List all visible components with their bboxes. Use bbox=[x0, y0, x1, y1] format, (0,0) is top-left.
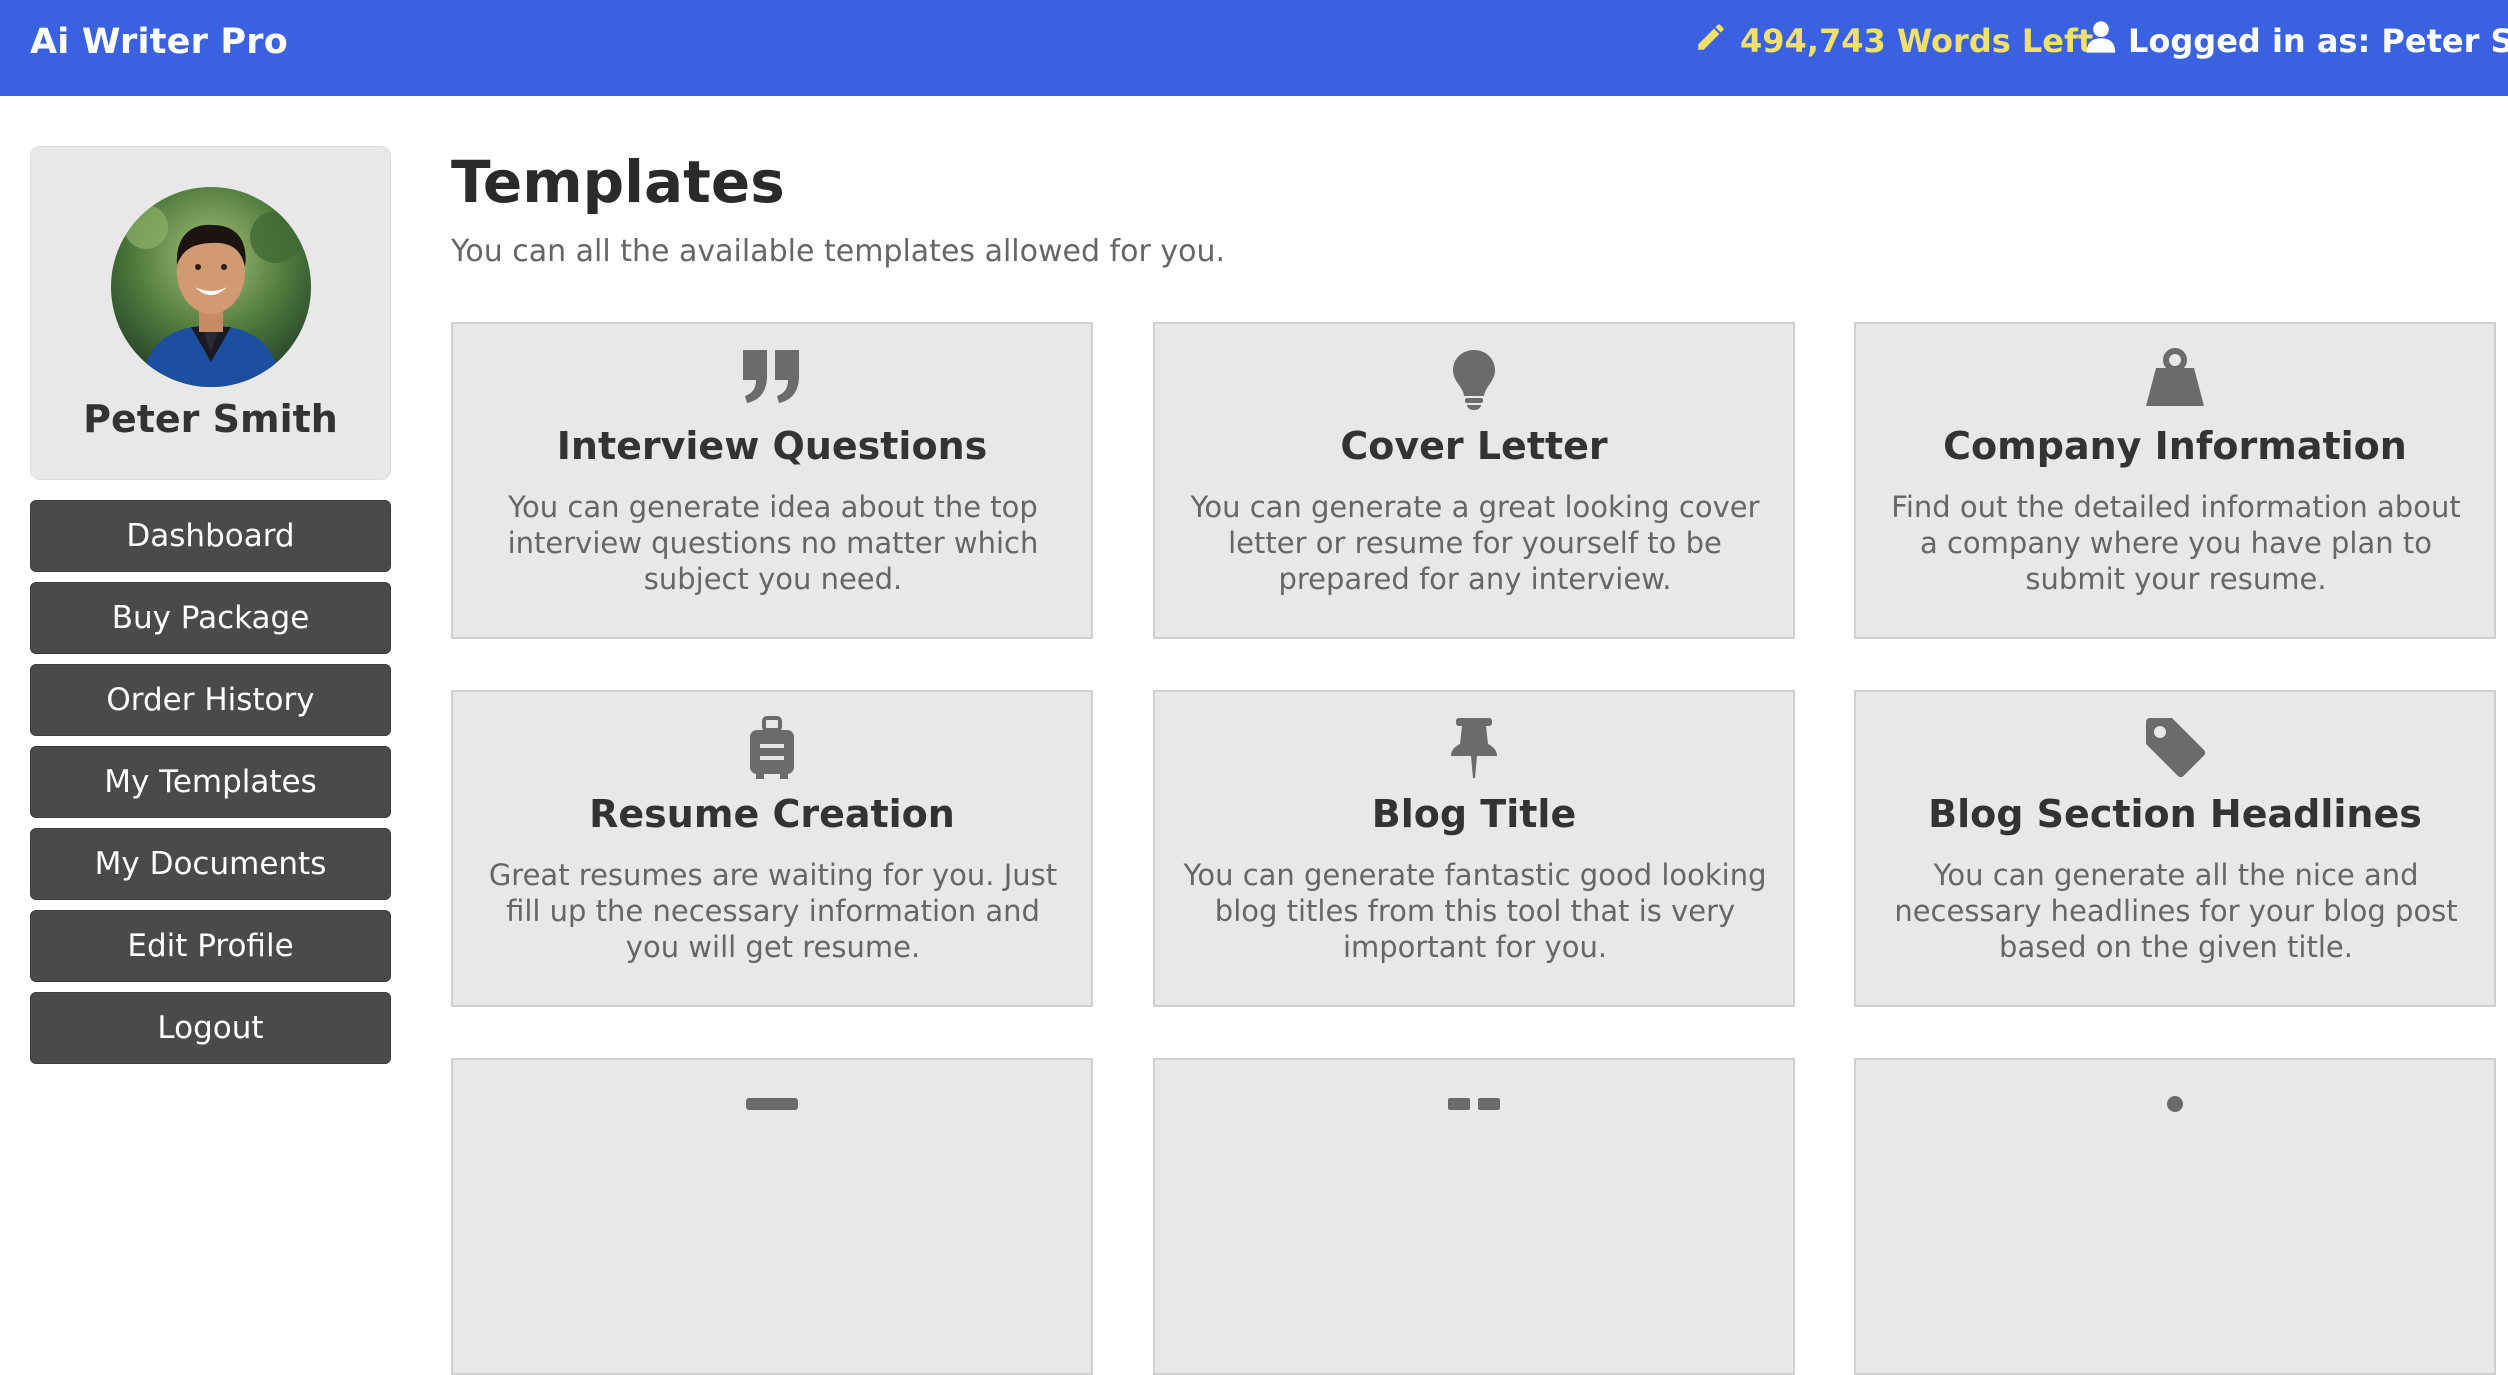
template-card-cover-letter[interactable]: Cover Letter You can generate a great lo… bbox=[1153, 322, 1795, 639]
sidebar-nav: Dashboard Buy Package Order History My T… bbox=[30, 500, 391, 1064]
card-description: You can generate fantastic good looking … bbox=[1183, 858, 1767, 964]
card-title: Company Information bbox=[1943, 424, 2407, 468]
sidebar-item-dashboard[interactable]: Dashboard bbox=[30, 500, 391, 572]
pencil-icon bbox=[1694, 20, 1728, 62]
main-content: Templates You can all the available temp… bbox=[451, 146, 2496, 1375]
template-card-blog-section-headlines[interactable]: Blog Section Headlines You can generate … bbox=[1854, 690, 2496, 1007]
top-navbar: Ai Writer Pro 494,743 Words Left Logged … bbox=[0, 0, 2508, 96]
card-title: Cover Letter bbox=[1340, 424, 1608, 468]
card-description: You can generate all the nice and necess… bbox=[1894, 858, 2458, 964]
lightbulb-icon bbox=[1155, 348, 1793, 410]
tag-icon bbox=[1856, 716, 2494, 778]
template-card-blog-title[interactable]: Blog Title You can generate fantastic go… bbox=[1153, 690, 1795, 1007]
template-card-company-information[interactable]: Company Information Find out the detaile… bbox=[1854, 322, 2496, 639]
page-subtitle: You can all the available templates allo… bbox=[451, 234, 1225, 269]
sidebar-item-my-documents[interactable]: My Documents bbox=[30, 828, 391, 900]
weight-icon bbox=[1856, 348, 2494, 408]
avatar bbox=[111, 187, 311, 387]
card-description: You can generate idea about the top inte… bbox=[507, 490, 1039, 596]
words-left-indicator: 494,743 Words Left bbox=[1694, 20, 2093, 62]
card-title: Interview Questions bbox=[556, 424, 988, 468]
sidebar-item-buy-package[interactable]: Buy Package bbox=[30, 582, 391, 654]
brand-logo[interactable]: Ai Writer Pro bbox=[30, 22, 288, 62]
logged-in-text: Logged in as: Peter Smith bbox=[2128, 22, 2508, 60]
template-card-partial[interactable] bbox=[451, 1058, 1093, 1375]
user-icon bbox=[2086, 20, 2116, 62]
pin-icon bbox=[1155, 716, 1793, 778]
logged-in-user[interactable]: Logged in as: Peter Smith bbox=[2086, 20, 2508, 62]
sidebar-item-my-templates[interactable]: My Templates bbox=[30, 746, 391, 818]
card-title: Resume Creation bbox=[589, 792, 955, 836]
template-card-resume-creation[interactable]: Resume Creation Great resumes are waitin… bbox=[451, 690, 1093, 1007]
words-left-text: 494,743 Words Left bbox=[1740, 22, 2094, 60]
card-description: You can generate a great looking cover l… bbox=[1190, 490, 1760, 596]
suitcase-icon bbox=[453, 716, 1091, 779]
card-title: Blog Section Headlines bbox=[1928, 792, 2422, 836]
sidebar: Peter Smith Dashboard Buy Package Order … bbox=[30, 146, 391, 1074]
sidebar-item-edit-profile[interactable]: Edit Profile bbox=[30, 910, 391, 982]
page-title: Templates bbox=[451, 148, 785, 216]
partial-icon bbox=[1856, 1084, 2494, 1144]
profile-name: Peter Smith bbox=[83, 397, 338, 441]
partial-icon bbox=[453, 1084, 1091, 1144]
quote-icon bbox=[453, 348, 1091, 408]
sidebar-item-order-history[interactable]: Order History bbox=[30, 664, 391, 736]
template-card-partial[interactable] bbox=[1854, 1058, 2496, 1375]
template-card-partial[interactable] bbox=[1153, 1058, 1795, 1375]
card-description: Find out the detailed information about … bbox=[1891, 490, 2461, 596]
card-description: Great resumes are waiting for you. Just … bbox=[488, 858, 1058, 964]
template-card-interview-questions[interactable]: Interview Questions You can generate ide… bbox=[451, 322, 1093, 639]
card-title: Blog Title bbox=[1371, 792, 1577, 836]
sidebar-item-logout[interactable]: Logout bbox=[30, 992, 391, 1064]
partial-icon bbox=[1155, 1084, 1793, 1144]
profile-card: Peter Smith bbox=[30, 146, 391, 480]
